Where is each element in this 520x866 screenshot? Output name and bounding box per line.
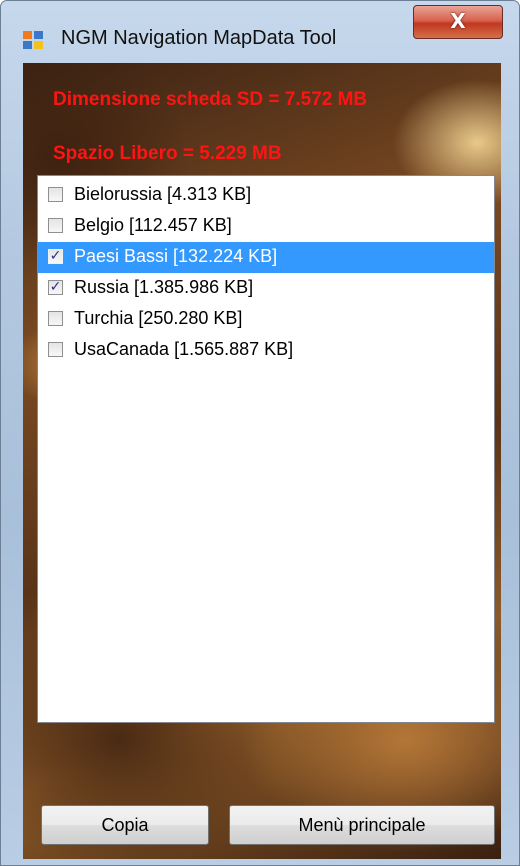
title-bar[interactable]: NGM Navigation MapData Tool X — [1, 1, 519, 63]
window-title: NGM Navigation MapData Tool — [61, 27, 337, 49]
checkbox[interactable] — [48, 311, 63, 326]
client-area: Dimensione scheda SD = 7.572 MB Spazio L… — [23, 63, 501, 859]
checkbox[interactable] — [48, 187, 63, 202]
checkbox[interactable]: ✓ — [48, 280, 63, 295]
list-item[interactable]: ✓ Russia [1.385.986 KB] — [38, 273, 494, 304]
list-item-label: UsaCanada [1.565.887 KB] — [74, 339, 294, 359]
checkbox[interactable] — [48, 342, 63, 357]
close-button[interactable]: X — [413, 5, 503, 39]
checkbox[interactable]: ✓ — [48, 249, 63, 264]
map-list[interactable]: Bielorussia [4.313 KB] Belgio [112.457 K… — [37, 175, 495, 723]
list-item[interactable]: ✓ Paesi Bassi [132.224 KB] — [38, 242, 494, 273]
list-item-label: Russia [1.385.986 KB] — [74, 277, 254, 297]
list-item-label: Belgio [112.457 KB] — [74, 215, 232, 235]
list-item[interactable]: Belgio [112.457 KB] — [38, 211, 494, 242]
sd-card-size-label: Dimensione scheda SD = 7.572 MB — [53, 89, 368, 110]
checkbox[interactable] — [48, 218, 63, 233]
app-window: NGM Navigation MapData Tool X Dimensione… — [0, 0, 520, 866]
app-icon — [23, 31, 45, 49]
check-icon: ✓ — [49, 248, 62, 264]
check-icon: ✓ — [49, 279, 62, 295]
list-item[interactable]: Turchia [250.280 KB] — [38, 304, 494, 335]
list-item[interactable]: UsaCanada [1.565.887 KB] — [38, 335, 494, 366]
copy-button[interactable]: Copia — [41, 805, 209, 845]
close-icon: X — [450, 9, 466, 33]
free-space-label: Spazio Libero = 5.229 MB — [53, 143, 282, 164]
list-item-label: Paesi Bassi [132.224 KB] — [74, 246, 278, 266]
main-menu-button[interactable]: Menù principale — [229, 805, 495, 845]
list-item[interactable]: Bielorussia [4.313 KB] — [38, 180, 494, 211]
list-item-label: Turchia [250.280 KB] — [74, 308, 243, 328]
list-item-label: Bielorussia [4.313 KB] — [74, 184, 252, 204]
